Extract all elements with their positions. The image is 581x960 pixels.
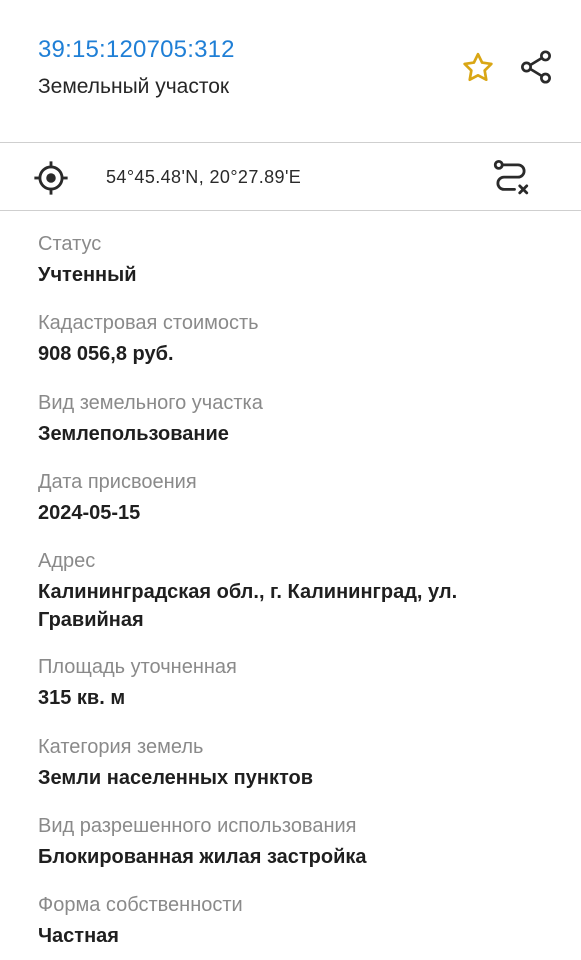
field-ownership: Форма собственности Частная (38, 891, 558, 950)
field-cadastral-value: Кадастровая стоимость 908 056,8 руб. (38, 309, 558, 368)
field-value: Землепользование (38, 423, 229, 445)
field-permitted-use: Вид разрешенного использования Блокирова… (38, 812, 558, 871)
field-value: Земли населенных пунктов (38, 767, 314, 789)
field-label: Кадастровая стоимость (38, 312, 259, 334)
field-value: Учтенный (38, 264, 137, 286)
field-value: Частная (38, 925, 119, 947)
route-button[interactable] (490, 157, 532, 199)
field-label: Форма собственности (38, 894, 243, 916)
field-value: 315 кв. м (38, 687, 126, 709)
locate-button[interactable] (32, 159, 70, 197)
field-land-kind: Вид земельного участка Землепользование (38, 389, 558, 448)
object-type-label: Земельный участок (38, 75, 230, 98)
crosshair-icon (34, 161, 68, 195)
field-value: 2024-05-15 (38, 502, 141, 524)
coordinates-row: 54°45.48'N, 20°27.89'E (0, 143, 581, 210)
field-label: Вид разрешенного использования (38, 815, 357, 837)
field-label: Статус (38, 233, 102, 255)
star-icon (463, 52, 493, 82)
field-area: Площадь уточненная 315 кв. м (38, 653, 558, 712)
object-header: 39:15:120705:312 Земельный участок (0, 0, 581, 142)
share-icon (521, 50, 551, 84)
coordinates-text[interactable]: 54°45.48'N, 20°27.89'E (106, 167, 301, 188)
route-icon (493, 159, 529, 195)
field-label: Дата присвоения (38, 471, 197, 493)
favorite-button[interactable] (458, 48, 498, 88)
share-button[interactable] (515, 46, 557, 88)
field-address: Адрес Калининградская обл., г. Калинингр… (38, 547, 558, 634)
divider (0, 210, 581, 211)
field-land-category: Категория земель Земли населенных пункто… (38, 733, 558, 792)
field-label: Категория земель (38, 736, 204, 758)
field-label: Площадь уточненная (38, 656, 237, 678)
field-label: Вид земельного участка (38, 392, 263, 414)
field-value: 908 056,8 руб. (38, 343, 174, 365)
cadastral-number-link[interactable]: 39:15:120705:312 (38, 36, 235, 64)
field-assign-date: Дата присвоения 2024-05-15 (38, 468, 558, 527)
field-value: Блокированная жилая застройка (38, 846, 367, 868)
field-value: Калининградская обл., г. Калининград, ул… (38, 581, 458, 631)
field-status: Статус Учтенный (38, 230, 558, 289)
field-label: Адрес (38, 550, 96, 572)
